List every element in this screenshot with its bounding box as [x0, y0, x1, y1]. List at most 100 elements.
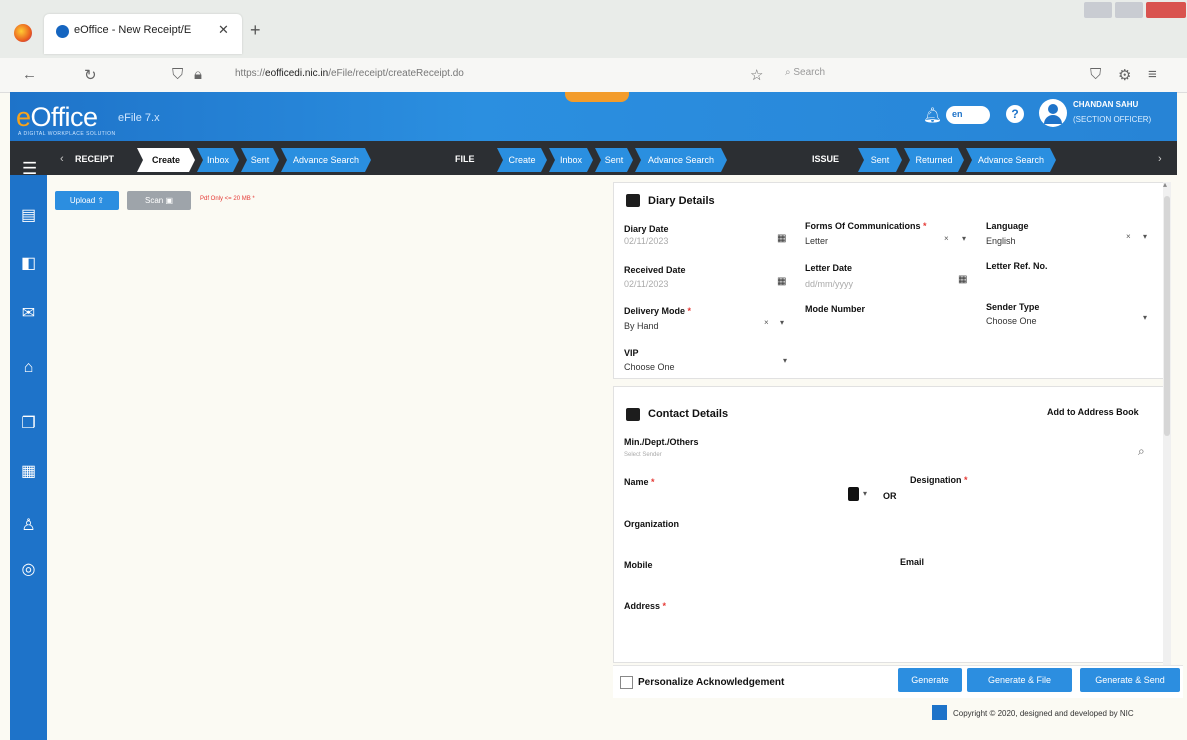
letter-ref-label: Letter Ref. No. [986, 261, 1048, 271]
bell-icon[interactable]: 🔔︎ [923, 106, 942, 124]
pocket-icon[interactable]: ⛉ [1090, 66, 1101, 83]
contact-person-icon[interactable] [848, 487, 859, 501]
mail-icon[interactable]: ✉ [10, 303, 47, 323]
user-role: (SECTION OFFICER) [1073, 115, 1152, 124]
extensions-icon[interactable]: ⚙ [1118, 66, 1131, 84]
menu-issue-advance-search[interactable]: Advance Search [966, 148, 1056, 172]
minimize-icon[interactable] [1084, 2, 1112, 18]
new-tab-icon[interactable]: + [250, 20, 261, 41]
address-input[interactable] [624, 615, 1144, 651]
email-label: Email [900, 557, 925, 567]
help-icon[interactable]: ? [1006, 105, 1024, 123]
user-icon[interactable]: ♙ [10, 515, 47, 535]
menu-receipt-create[interactable]: Create [137, 148, 195, 172]
language-toggle[interactable]: en [946, 106, 990, 124]
menu-icon[interactable]: ≡ [1148, 66, 1157, 83]
maximize-icon[interactable] [1115, 2, 1143, 18]
tab-close-icon[interactable]: ✕ [218, 22, 229, 38]
contact-chevron-down-icon[interactable]: ▾ [863, 489, 867, 498]
close-window-icon[interactable] [1146, 2, 1186, 18]
forms-clear-icon[interactable]: × [944, 234, 949, 243]
delivery-chevron-down-icon[interactable]: ▾ [780, 318, 784, 327]
sender-type-chevron-down-icon[interactable]: ▾ [1143, 313, 1147, 322]
forms-chevron-down-icon[interactable]: ▾ [962, 234, 966, 243]
language-select[interactable]: English [986, 236, 1016, 246]
language-label: en [952, 109, 963, 119]
forms-of-communication-select[interactable]: Letter [805, 236, 828, 246]
upload-button[interactable]: Upload ⇪ [55, 191, 119, 210]
mode-number-input[interactable] [805, 318, 965, 332]
vip-select[interactable]: Choose One [624, 362, 675, 372]
menu-scroll-right-icon[interactable]: › [1158, 153, 1162, 165]
url-field[interactable]: https://eofficedi.nic.in/eFile/receipt/c… [235, 68, 715, 79]
diary-date-field[interactable]: 02/11/2023 [624, 236, 668, 246]
reload-icon[interactable]: ↻ [84, 66, 97, 84]
documents-icon[interactable]: ❐ [10, 413, 47, 433]
letter-date-calendar-icon[interactable]: ▦ [958, 274, 967, 285]
lock-icon[interactable]: 🔒︎ [194, 66, 202, 83]
scan-button[interactable]: Scan ▣ [127, 191, 191, 210]
scroll-up-icon[interactable]: ▴ [1163, 180, 1167, 189]
received-date-field[interactable]: 02/11/2023 [624, 279, 668, 289]
or-label: OR [883, 491, 897, 501]
menu-issue-returned[interactable]: Returned [904, 148, 964, 172]
avatar[interactable] [1039, 99, 1067, 127]
scrollbar-thumb[interactable] [1164, 196, 1170, 436]
user-name[interactable]: CHANDAN SAHU [1073, 100, 1138, 109]
mobile-input[interactable] [624, 574, 874, 588]
dashboard-icon[interactable]: ▤ [10, 205, 47, 225]
upload-hint: Pdf Only <= 20 MB * [200, 196, 255, 202]
received-date-calendar-icon[interactable]: ▦ [777, 276, 786, 287]
language-chevron-down-icon[interactable]: ▾ [1143, 232, 1147, 241]
diary-date-calendar-icon[interactable]: ▦ [777, 233, 786, 244]
menu-issue-sent[interactable]: Sent [858, 148, 902, 172]
name-input[interactable] [624, 490, 834, 504]
generate-file-button[interactable]: Generate & File [967, 668, 1072, 692]
designation-input[interactable] [910, 490, 1140, 504]
menu-file-advance-search[interactable]: Advance Search [635, 148, 727, 172]
search-icon[interactable]: ⌕ [1138, 444, 1145, 459]
personalize-checkbox[interactable] [620, 676, 633, 689]
vip-label: VIP [624, 348, 639, 358]
eoffice-favicon-icon [56, 25, 69, 38]
home-icon[interactable]: ⌂ [10, 359, 47, 377]
min-dept-input[interactable]: Select Sender [624, 452, 662, 458]
generate-send-button[interactable]: Generate & Send [1080, 668, 1180, 692]
forms-of-communication-label: Forms Of Communications * [805, 221, 927, 231]
delivery-mode-label: Delivery Mode * [624, 306, 692, 316]
logo-tagline: A DIGITAL WORKPLACE SOLUTION [18, 131, 116, 137]
letter-date-field[interactable]: dd/mm/yyyy [805, 279, 853, 289]
settings-icon[interactable]: ◎ [10, 559, 47, 579]
file-icon[interactable]: ◧ [10, 253, 47, 273]
back-icon[interactable]: ← [22, 66, 37, 83]
menu-file-create[interactable]: Create [497, 148, 547, 172]
bookmark-star-icon[interactable]: ☆ [750, 66, 763, 84]
browser-search-input[interactable]: ⌕ Search [785, 67, 825, 78]
language-clear-icon[interactable]: × [1126, 232, 1131, 241]
nic-logo-icon [932, 705, 947, 720]
menu-scroll-left-icon[interactable]: ‹ [60, 153, 64, 165]
folders-icon[interactable]: ▦ [10, 461, 47, 481]
letter-ref-input[interactable] [986, 274, 1146, 288]
name-label: Name * [624, 477, 655, 487]
mobile-label: Mobile [624, 560, 653, 570]
mode-number-label: Mode Number [805, 304, 866, 314]
delivery-clear-icon[interactable]: × [764, 318, 769, 327]
menu-file-inbox[interactable]: Inbox [549, 148, 593, 172]
designation-label: Designation * [910, 475, 968, 485]
sender-type-select[interactable]: Choose One [986, 316, 1037, 326]
window-controls [1082, 0, 1187, 22]
generate-button[interactable]: Generate [898, 668, 962, 692]
menu-receipt-advance-search[interactable]: Advance Search [281, 148, 371, 172]
menu-receipt-inbox[interactable]: Inbox [197, 148, 239, 172]
tab-title: eOffice - New Receipt/E [74, 24, 192, 36]
email-input[interactable] [900, 571, 1140, 585]
vip-chevron-down-icon[interactable]: ▾ [783, 356, 787, 365]
shield-icon[interactable]: ⛉ [172, 66, 183, 83]
add-to-address-book-link[interactable]: Add to Address Book [1047, 407, 1139, 417]
firefox-icon[interactable] [14, 24, 32, 42]
organization-label: Organization [624, 519, 680, 529]
delivery-mode-select[interactable]: By Hand [624, 321, 659, 331]
organization-input[interactable] [624, 532, 1134, 546]
menu-label-receipt: RECEIPT [75, 154, 115, 164]
